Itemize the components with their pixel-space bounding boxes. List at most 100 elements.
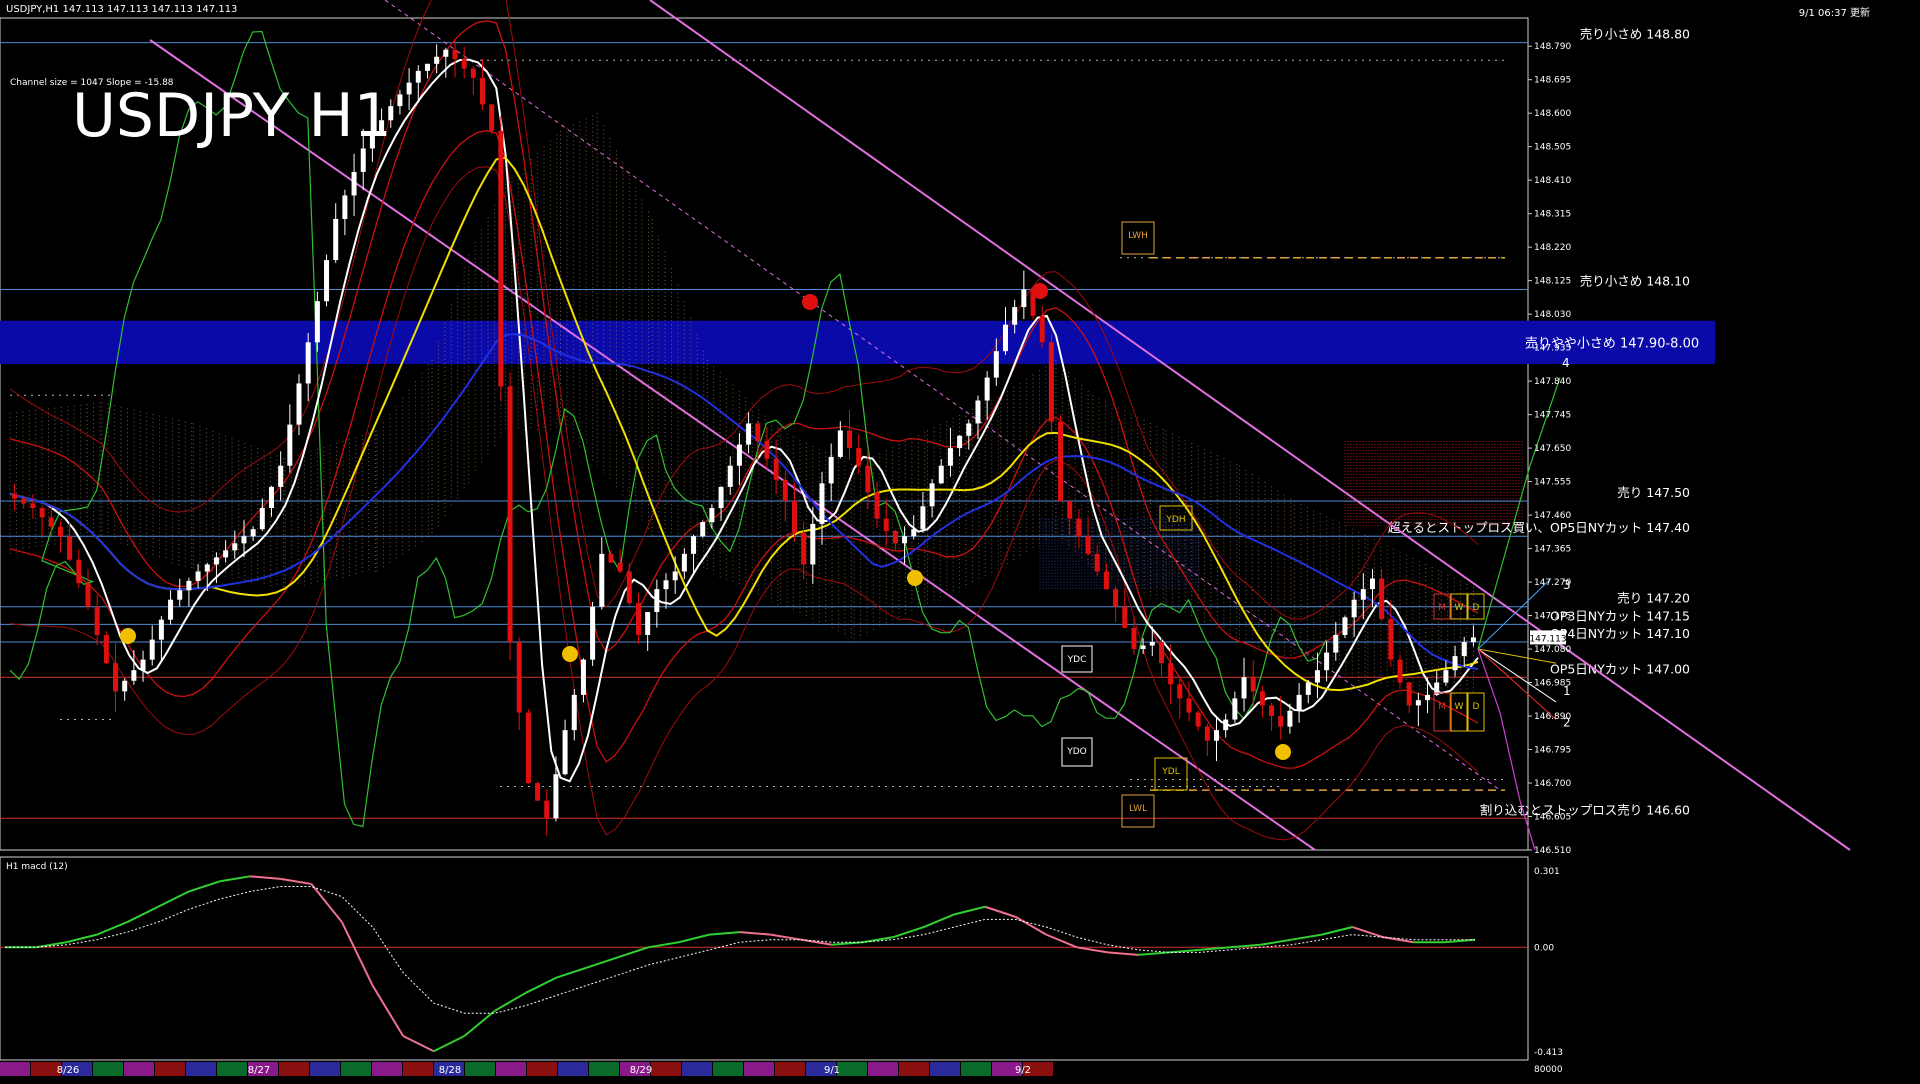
candle-body <box>1250 677 1256 692</box>
candle-body <box>94 606 100 635</box>
y-tick-label: 147.555 <box>1534 478 1571 488</box>
candle-body <box>1131 627 1137 650</box>
channel-upper-line <box>649 0 1851 851</box>
candle-body <box>461 59 467 69</box>
candle-body <box>287 424 293 466</box>
candle-body <box>1360 589 1366 600</box>
candle-body <box>39 508 45 518</box>
signal-marker-yellow <box>907 570 923 586</box>
candle-body <box>764 441 770 459</box>
candle-body <box>1259 691 1265 706</box>
level-label: 割り込むとストップロス売り 146.60 <box>1480 802 1690 817</box>
candle-body <box>480 77 486 105</box>
candle-body <box>993 351 999 378</box>
candle-body <box>1085 536 1091 554</box>
y-tick-label: 148.505 <box>1534 143 1571 153</box>
candle-body <box>516 642 522 713</box>
candle-body <box>1241 677 1247 699</box>
candle-body <box>828 456 834 484</box>
session-block <box>713 1062 743 1076</box>
candle-body <box>957 435 963 449</box>
candle-body <box>1214 730 1220 741</box>
candle-body <box>1369 578 1375 590</box>
candle-body <box>553 774 559 819</box>
chart-window: 売りやや小さめ 147.90-8.00 売り小さめ 148.80 売り小さめ 14… <box>0 0 1920 1080</box>
y-tick-label: 147.840 <box>1534 377 1571 387</box>
candle-body <box>296 383 302 425</box>
candle-body <box>938 465 944 484</box>
session-block <box>682 1062 712 1076</box>
candle-body <box>232 543 238 551</box>
ma-mid-yellow <box>9 156 1479 692</box>
candle-body <box>342 195 348 219</box>
session-block <box>310 1062 340 1076</box>
macd-line-segment <box>586 956 618 969</box>
candle-body <box>1067 500 1073 519</box>
candle-body <box>1461 642 1467 657</box>
session-block <box>558 1062 588 1076</box>
candle-body <box>21 498 27 504</box>
candle-body <box>305 342 311 384</box>
macd-line-segment <box>709 931 741 936</box>
level-label: 超えるとストップロス買い、OP5日NYカット 147.40 <box>1388 520 1690 535</box>
y-tick-label: 147.175 <box>1534 612 1571 622</box>
candle-body <box>810 523 816 565</box>
candle-body <box>984 377 990 401</box>
macd-line-segment <box>402 1035 435 1053</box>
candle-body <box>1113 589 1119 607</box>
session-block <box>372 1062 402 1076</box>
candle-body <box>902 536 908 544</box>
candle-body <box>1324 652 1330 671</box>
session-block <box>651 1062 681 1076</box>
session-block <box>589 1062 619 1076</box>
level-box-label: YDL <box>1161 767 1179 777</box>
session-block <box>124 1062 154 1076</box>
session-block <box>279 1062 309 1076</box>
candle-body <box>746 423 752 445</box>
candle-body <box>424 63 430 71</box>
candle-body <box>1076 518 1082 537</box>
candle-body <box>113 663 119 692</box>
candle-body <box>571 694 577 731</box>
date-label: 8/26 <box>57 1065 79 1076</box>
candle-body <box>278 465 284 487</box>
candle-body <box>103 634 109 664</box>
macd-line-segment <box>280 877 312 885</box>
signal-marker-red <box>1032 283 1048 299</box>
candle-body <box>654 589 660 613</box>
candle-body <box>204 564 210 572</box>
candle-body <box>250 529 256 537</box>
candle-body <box>709 508 715 523</box>
candle-body <box>314 301 320 343</box>
candle-body <box>975 400 981 424</box>
candle-body <box>1351 599 1357 618</box>
candle-body <box>195 571 201 581</box>
candle-body <box>911 529 917 537</box>
current-price-value: 147.113 <box>1529 634 1566 644</box>
candle-body <box>1443 670 1449 683</box>
candle-body <box>397 94 403 107</box>
y-tick-label: 148.315 <box>1534 210 1571 220</box>
macd-line-segment <box>770 933 802 941</box>
macd-line-segment <box>433 1035 465 1053</box>
session-block <box>961 1062 991 1076</box>
candle-body <box>1397 659 1403 683</box>
macd-line-segment <box>1076 946 1108 954</box>
macd-line-segment <box>219 875 251 883</box>
candle-body <box>874 492 880 519</box>
candle-body <box>929 483 935 507</box>
chart-canvas[interactable]: 売りやや小さめ 147.90-8.00 売り小さめ 148.80売り小さめ 14… <box>0 0 1920 1080</box>
level-box-label: LWH <box>1128 231 1148 241</box>
candle-body <box>663 580 669 590</box>
candle-body <box>562 730 568 775</box>
candle-body <box>351 171 357 196</box>
session-block <box>744 1062 774 1076</box>
session-block <box>868 1062 898 1076</box>
candle-body <box>525 712 531 784</box>
macd-line-segment <box>1045 933 1078 949</box>
candle-body <box>140 659 146 671</box>
level-box-label: YDO <box>1066 747 1087 757</box>
y-tick-label: 147.080 <box>1534 645 1571 655</box>
macd-y-label: 0.301 <box>1534 867 1560 877</box>
ma-short-white <box>9 58 1479 783</box>
